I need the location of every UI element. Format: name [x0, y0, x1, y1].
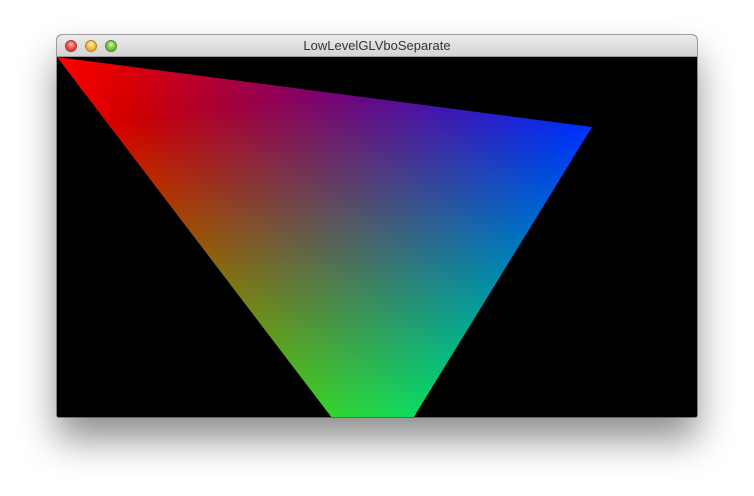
app-window: LowLevelGLVboSeparate [57, 35, 697, 417]
window-title: LowLevelGLVboSeparate [303, 38, 451, 53]
title-bar[interactable]: LowLevelGLVboSeparate [57, 35, 697, 57]
gl-viewport [57, 57, 697, 417]
gl-canvas[interactable] [57, 57, 697, 417]
